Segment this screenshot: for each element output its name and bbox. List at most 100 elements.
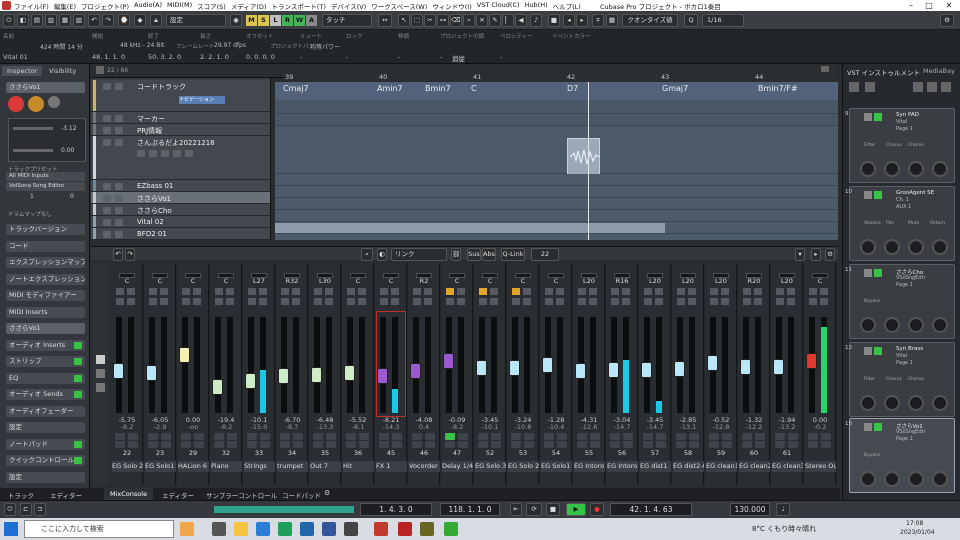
activate-project-button[interactable]: ⏻ xyxy=(3,14,15,27)
channel-option-icon[interactable] xyxy=(689,441,699,448)
solo-icon[interactable] xyxy=(115,83,123,90)
track-header[interactable]: ささらCho xyxy=(91,204,270,216)
quantize-mode-select[interactable]: クオンタイズ値 xyxy=(622,14,678,27)
transport-pre-icon[interactable]: ⊐ xyxy=(34,503,46,516)
automation-mode-select[interactable]: タッチ xyxy=(322,14,372,27)
left-locator[interactable]: 1. 4. 3. 0 xyxy=(360,503,432,516)
edit-channel-icon[interactable] xyxy=(181,433,191,440)
mute-button[interactable] xyxy=(215,288,223,295)
play-icon[interactable]: ▶ xyxy=(566,503,586,516)
quick-control-knob[interactable] xyxy=(908,317,924,333)
quick-control-knob[interactable] xyxy=(908,161,924,177)
mixer-search-icon[interactable]: ⌕ xyxy=(361,248,373,261)
insert-bypass-icon[interactable] xyxy=(491,433,501,440)
edit-channel-icon[interactable] xyxy=(478,433,488,440)
quantize-icon[interactable]: Q xyxy=(684,14,698,27)
channel-option-icon[interactable] xyxy=(755,441,765,448)
punch-in-icon[interactable]: ⇤ xyxy=(510,503,522,516)
info-value[interactable]: 0. 0. 0. 0 xyxy=(246,53,275,61)
nudge-right-icon[interactable]: ▸ xyxy=(576,14,588,27)
marker-icon[interactable]: ◆ xyxy=(134,14,146,27)
edit-channel-icon[interactable] xyxy=(280,433,290,440)
read-automation-button[interactable] xyxy=(644,298,652,305)
write-automation-button[interactable] xyxy=(193,298,201,305)
peak-readout[interactable]: -8.1 xyxy=(343,423,373,431)
peak-readout[interactable]: -2.9 xyxy=(145,423,175,431)
read-automation-button[interactable] xyxy=(149,298,157,305)
track-header[interactable]: PRJ情報 xyxy=(91,124,270,136)
mute-button[interactable] xyxy=(347,288,355,295)
edit-channel-icon[interactable] xyxy=(577,433,587,440)
mute-button[interactable] xyxy=(116,288,124,295)
menu-item[interactable]: ウィンドウ(I) xyxy=(432,1,472,11)
insert-bypass-icon[interactable] xyxy=(788,433,798,440)
solo-button[interactable] xyxy=(787,288,795,295)
solo-icon[interactable] xyxy=(115,231,123,238)
fader-track[interactable] xyxy=(182,317,188,413)
channel-name[interactable]: EG Solo 2 xyxy=(508,461,539,472)
fader-handle[interactable] xyxy=(344,365,355,381)
edit-channel-icon[interactable] xyxy=(643,433,653,440)
info-value[interactable]: - xyxy=(440,53,442,61)
chord-event[interactable]: D7 xyxy=(567,84,578,93)
q-link-button[interactable]: Q-Link xyxy=(501,248,525,261)
mixer-options-icon[interactable]: ▸ xyxy=(811,248,821,261)
write-automation-button[interactable] xyxy=(556,298,564,305)
write-automation-button[interactable] xyxy=(754,298,762,305)
sasara-vo1-lane[interactable] xyxy=(275,186,838,198)
audio-event[interactable] xyxy=(567,138,600,175)
fader-handle[interactable] xyxy=(806,353,817,369)
mute-icon[interactable] xyxy=(103,231,111,238)
read-automation-button[interactable] xyxy=(611,298,619,305)
track-header[interactable]: Vital 02 xyxy=(91,216,270,228)
write-automation-button[interactable] xyxy=(721,298,729,305)
tab-mixconsole[interactable]: MixConsole xyxy=(104,488,154,500)
quick-control-knob[interactable] xyxy=(932,395,948,411)
read-automation-button[interactable] xyxy=(248,298,256,305)
instrument-power-icon[interactable] xyxy=(864,269,872,277)
inspector-section[interactable]: オーディオフェーダー xyxy=(6,405,85,417)
inspector-section[interactable]: MIDI モディファイアー xyxy=(6,290,85,301)
channel-name[interactable]: EG dist1 xyxy=(640,461,671,472)
peak-readout[interactable]: -8.2 xyxy=(211,423,241,431)
solo-button[interactable] xyxy=(589,288,597,295)
inspector-section[interactable]: ノートエクスプレッション xyxy=(6,273,85,285)
inspector-toggle-icon[interactable]: ▤ xyxy=(31,14,43,27)
fader-handle[interactable] xyxy=(740,358,751,375)
glue-tool-icon[interactable]: ⊶ xyxy=(437,14,449,27)
vst-search-icon[interactable] xyxy=(865,82,875,92)
vst-instrument-slot[interactable]: 9 Syn PAD Vital Page 1 Filter Chorus Chorus xyxy=(845,108,955,183)
insert-bypass-icon[interactable] xyxy=(458,433,468,440)
instrument-page[interactable]: Page 1 xyxy=(896,436,913,442)
mute-icon[interactable] xyxy=(103,207,111,214)
quantize-value-select[interactable]: 1/16 xyxy=(702,14,744,27)
track-header[interactable]: さんぷるだよ20221218 xyxy=(91,136,270,180)
midi-channel-value[interactable]: 1 xyxy=(30,193,34,200)
instrument-page[interactable]: Page 1 xyxy=(896,360,913,366)
fader-handle[interactable] xyxy=(542,357,553,373)
read-automation-button[interactable] xyxy=(281,298,289,305)
solo-button[interactable] xyxy=(292,288,300,295)
record-enable-icon[interactable] xyxy=(8,96,24,112)
peak-readout[interactable]: -12.6 xyxy=(574,423,604,431)
quick-control-knob[interactable] xyxy=(932,239,948,255)
transport-power-icon[interactable]: ⏻ xyxy=(4,503,16,516)
write-automation-button[interactable] xyxy=(820,298,828,305)
mute-icon[interactable] xyxy=(103,195,111,202)
instrument-edit-icon[interactable] xyxy=(874,269,882,277)
snapshot-icon[interactable]: ◉ xyxy=(230,14,242,27)
mute-button[interactable] xyxy=(149,288,157,295)
insert-bypass-icon[interactable] xyxy=(425,433,435,440)
quick-control-knob[interactable] xyxy=(860,239,876,255)
tab-left-editor[interactable]: エディター xyxy=(50,490,82,500)
track-control-icon[interactable] xyxy=(149,150,157,157)
listen-icon[interactable] xyxy=(48,96,60,108)
write-automation-button[interactable] xyxy=(787,298,795,305)
section-enable-icon[interactable] xyxy=(74,341,82,349)
insert-bypass-icon[interactable] xyxy=(392,433,402,440)
track-control-icon[interactable] xyxy=(161,150,169,157)
peak-readout[interactable]: 0.4 xyxy=(409,423,439,431)
write-automation-button[interactable] xyxy=(226,298,234,305)
fader-track[interactable] xyxy=(215,317,221,413)
channel-option-icon[interactable] xyxy=(181,441,191,448)
